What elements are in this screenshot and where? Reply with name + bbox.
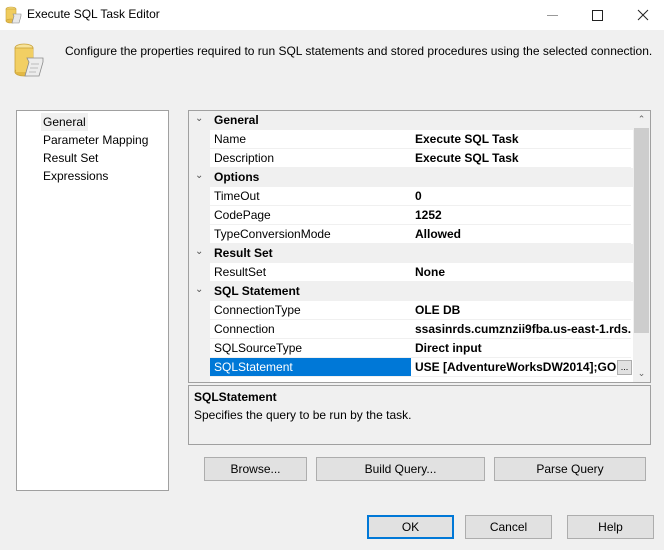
category-sql-statement[interactable]: ⌄ SQL Statement xyxy=(189,282,633,301)
property-value[interactable]: Allowed xyxy=(411,225,631,244)
property-row-selected[interactable]: SQLStatement USE [AdventureWorksDW2014];… xyxy=(189,358,633,377)
scroll-thumb[interactable] xyxy=(634,128,649,333)
row-gutter xyxy=(189,225,210,244)
property-value[interactable]: OLE DB xyxy=(411,301,631,320)
category-label: General xyxy=(214,113,259,127)
header-description: Configure the properties required to run… xyxy=(65,44,653,58)
property-description-panel: SQLStatement Specifies the query to be r… xyxy=(188,385,651,445)
chevron-down-icon[interactable]: ⌄ xyxy=(195,170,205,181)
chevron-down-icon[interactable]: ⌄ xyxy=(195,246,205,257)
minimize-icon xyxy=(547,14,558,16)
category-result-set[interactable]: ⌄ Result Set xyxy=(189,244,633,263)
category-options[interactable]: ⌄ Options xyxy=(189,168,633,187)
title-bar: Execute SQL Task Editor xyxy=(0,0,664,30)
row-gutter xyxy=(189,358,210,377)
property-row[interactable]: CodePage 1252 xyxy=(189,206,633,225)
build-query-button[interactable]: Build Query... xyxy=(316,457,485,481)
property-value[interactable]: Execute SQL Task xyxy=(411,149,631,168)
row-gutter xyxy=(189,149,210,168)
cancel-button[interactable]: Cancel xyxy=(465,515,552,539)
row-gutter xyxy=(189,187,210,206)
chevron-down-icon[interactable]: ⌄ xyxy=(195,113,205,124)
nav-item-parameter-mapping[interactable]: Parameter Mapping xyxy=(41,131,150,149)
property-row[interactable]: Description Execute SQL Task xyxy=(189,149,633,168)
close-icon xyxy=(637,9,648,21)
property-row[interactable]: ConnectionType OLE DB xyxy=(189,301,633,320)
scroll-up-arrow-icon[interactable]: ⌃ xyxy=(633,111,650,128)
row-gutter xyxy=(189,263,210,282)
row-gutter xyxy=(189,339,210,358)
property-row[interactable]: SQLSourceType Direct input xyxy=(189,339,633,358)
property-value[interactable]: 0 xyxy=(411,187,631,206)
row-gutter xyxy=(189,206,210,225)
browse-button[interactable]: Browse... xyxy=(204,457,307,481)
row-gutter xyxy=(189,377,210,382)
description-text: Specifies the query to be run by the tas… xyxy=(194,408,412,422)
maximize-button[interactable] xyxy=(575,0,620,30)
minimize-button[interactable] xyxy=(530,0,575,30)
sql-task-icon xyxy=(5,6,22,24)
property-value[interactable]: ssasinrds.cumznzii9fba.us-east-1.rds.am xyxy=(411,320,631,339)
category-label: Result Set xyxy=(214,246,273,260)
vertical-scrollbar[interactable]: ⌃ ⌄ xyxy=(633,111,650,382)
nav-item-result-set[interactable]: Result Set xyxy=(41,149,100,167)
category-general[interactable]: ⌄ General xyxy=(189,111,633,130)
property-name: SQLStatement xyxy=(210,358,411,377)
close-button[interactable] xyxy=(620,0,664,30)
row-gutter xyxy=(189,320,210,339)
category-label: Options xyxy=(214,170,260,184)
property-row[interactable]: ResultSet None xyxy=(189,263,633,282)
row-gutter xyxy=(189,301,210,320)
property-value[interactable]: Execute SQL Task xyxy=(411,130,631,149)
scroll-down-arrow-icon[interactable]: ⌄ xyxy=(633,365,650,382)
property-row[interactable]: TypeConversionMode Allowed xyxy=(189,225,633,244)
property-row[interactable]: Name Execute SQL Task xyxy=(189,130,633,149)
property-value[interactable]: USE [AdventureWorksDW2014];GO xyxy=(411,358,617,377)
help-button[interactable]: Help xyxy=(567,515,654,539)
property-grid: ⌄ General Name Execute SQL Task Descript… xyxy=(188,110,651,383)
ok-button[interactable]: OK xyxy=(367,515,454,539)
ellipsis-button[interactable]: ... xyxy=(617,360,632,375)
property-row[interactable]: TimeOut 0 xyxy=(189,187,633,206)
nav-item-expressions[interactable]: Expressions xyxy=(41,167,110,185)
property-row-partial xyxy=(189,377,633,382)
window-title: Execute SQL Task Editor xyxy=(27,7,160,21)
row-gutter xyxy=(189,130,210,149)
property-value[interactable]: Direct input xyxy=(411,339,631,358)
property-row[interactable]: Connection ssasinrds.cumznzii9fba.us-eas… xyxy=(189,320,633,339)
parse-query-button[interactable]: Parse Query xyxy=(494,457,646,481)
database-script-icon xyxy=(14,43,44,77)
property-value[interactable]: 1252 xyxy=(411,206,631,225)
description-title: SQLStatement xyxy=(194,390,277,404)
nav-item-general[interactable]: General xyxy=(41,113,88,131)
chevron-down-icon[interactable]: ⌄ xyxy=(195,284,205,295)
page-nav-list: General Parameter Mapping Result Set Exp… xyxy=(16,110,169,491)
property-value[interactable]: None xyxy=(411,263,631,282)
maximize-icon xyxy=(592,9,603,21)
category-label: SQL Statement xyxy=(214,284,300,298)
